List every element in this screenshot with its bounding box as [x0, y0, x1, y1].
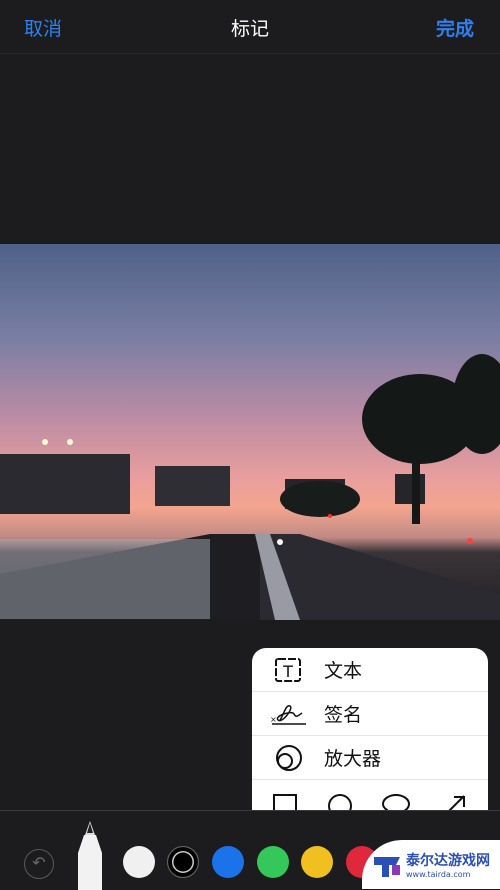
done-button[interactable]: 完成 — [436, 14, 474, 41]
watermark-logo: 泰尔达游戏网 www.tairda.com — [362, 840, 500, 889]
watermark-icon — [374, 856, 400, 877]
undo-button[interactable]: ↶ — [24, 849, 54, 879]
signature-icon: × — [252, 700, 324, 728]
nav-bar: 取消 标记 完成 — [0, 0, 500, 54]
color-blue[interactable] — [212, 846, 244, 878]
menu-item-magnifier[interactable]: 放大器 — [252, 736, 488, 780]
text-box-icon: T — [252, 656, 324, 684]
color-black-selected[interactable] — [167, 846, 199, 878]
watermark-name: 泰尔达游戏网 — [406, 853, 490, 869]
menu-item-text[interactable]: T 文本 — [252, 648, 488, 692]
markup-add-menu: T 文本 × 签名 放大器 — [252, 648, 488, 832]
color-white[interactable] — [123, 846, 155, 878]
pen-tool[interactable] — [77, 821, 103, 890]
magnifier-icon — [252, 743, 324, 773]
watermark-url: www.tairda.com — [406, 870, 471, 879]
menu-item-signature[interactable]: × 签名 — [252, 692, 488, 736]
svg-text:×: × — [270, 715, 277, 724]
undo-icon: ↶ — [32, 853, 46, 872]
page-title: 标记 — [230, 18, 269, 40]
photo-silhouettes — [0, 354, 500, 620]
color-green[interactable] — [257, 846, 289, 878]
menu-item-label: 文本 — [324, 660, 363, 682]
svg-text:T: T — [282, 662, 293, 681]
menu-item-label: 放大器 — [324, 748, 382, 770]
color-yellow[interactable] — [301, 846, 333, 878]
photo-canvas[interactable] — [0, 244, 500, 620]
menu-item-label: 签名 — [324, 704, 363, 726]
